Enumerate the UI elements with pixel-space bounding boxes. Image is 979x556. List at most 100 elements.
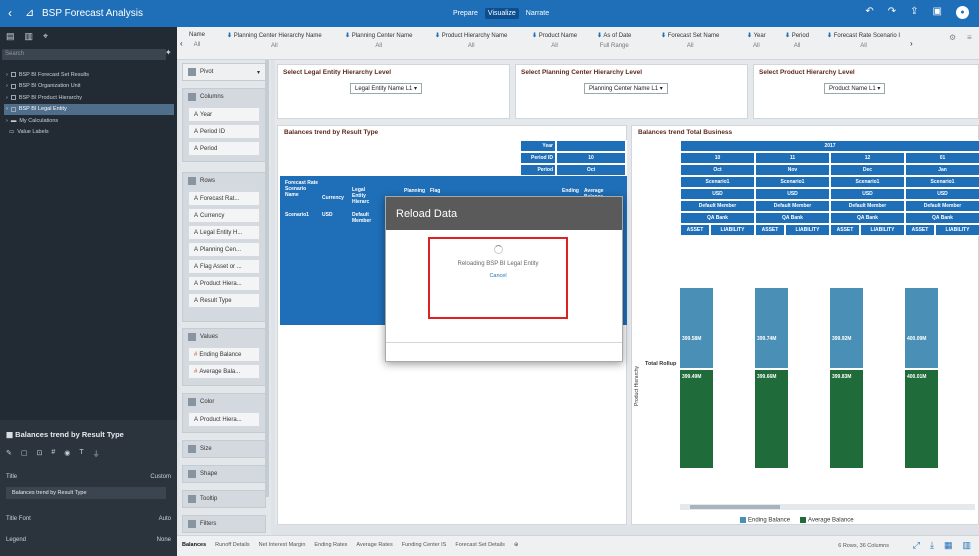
tab-average-rates[interactable]: Average Rates — [356, 542, 392, 548]
axis-icon[interactable]: ⊡ — [37, 449, 43, 459]
bar-value-label: 399.74M — [757, 336, 777, 342]
app-header: ‹ ⊿ BSP Forecast Analysis Prepare Visual… — [0, 0, 979, 27]
column-pill[interactable]: A Year — [188, 107, 260, 122]
row-pill[interactable]: A Planning Cen... — [188, 242, 260, 257]
product-level-dropdown[interactable]: Product Name L1 ▾ — [824, 83, 886, 94]
value-pill[interactable]: # Ending Balance — [188, 347, 260, 362]
filter-forecast-rate-scenario[interactable]: ⬇ Forecast Rate Scenario I All — [827, 32, 900, 49]
back-arrow-icon[interactable]: ‹ — [8, 6, 12, 20]
search-input[interactable]: Search — [2, 49, 166, 60]
prop-legend[interactable]: Legend None — [6, 537, 171, 543]
filter-prop-icon[interactable]: ⏚ — [93, 449, 100, 459]
tab-funding-center-is[interactable]: Funding Center IS — [402, 542, 447, 548]
analytics-icon[interactable]: ⌖ — [43, 31, 48, 42]
analytics-prop-icon[interactable]: ◉ — [64, 449, 70, 459]
tree-item-legal-entity[interactable]: › BSP BI Legal Entity — [4, 103, 174, 115]
bar-ending-balance[interactable]: 399.92M — [830, 288, 863, 368]
filter-period[interactable]: ⬇ Period All — [785, 32, 809, 49]
grammar-scrollbar[interactable] — [265, 60, 269, 497]
tree-item-forecast-set[interactable]: › BSP BI Forecast Set Results — [4, 69, 174, 81]
share-icon[interactable]: ⇪ — [910, 6, 918, 19]
bar-average-balance[interactable]: 399.49M — [680, 370, 713, 468]
planning-center-level-dropdown[interactable]: Planning Center Name L1 ▾ — [584, 83, 668, 94]
dialog-title: Reload Data — [386, 197, 622, 230]
row-pill[interactable]: A Forecast Rat... — [188, 191, 260, 206]
bar-average-balance[interactable]: 400.01M — [905, 370, 938, 468]
filter-as-of-date[interactable]: ⬇ As of Date Full Range — [597, 32, 631, 49]
header-tools: ↶ ↷ ⇪ ▣ ● — [865, 6, 969, 19]
text-icon[interactable]: T — [79, 449, 83, 459]
tree-item-value-labels[interactable]: ▭ Value Labels — [4, 127, 174, 139]
shape-section[interactable]: Shape — [182, 465, 266, 483]
filter-menu-icon[interactable]: ≡ — [967, 33, 972, 42]
tab-forecast-set-details[interactable]: Forecast Set Details — [455, 542, 505, 548]
tab-runoff-details[interactable]: Runoff Details — [215, 542, 249, 548]
filter-product-hierarchy[interactable]: ⬇ Product Hierarchy Name All — [435, 32, 507, 49]
redo-icon[interactable]: ↷ — [888, 6, 896, 19]
tooltip-section[interactable]: Tooltip — [182, 490, 266, 508]
visualizations-icon[interactable]: ▥ — [25, 31, 34, 42]
filter-product-name[interactable]: ⬇ Product Name All — [532, 32, 577, 49]
size-section[interactable]: Size — [182, 440, 266, 458]
data-tree: › BSP BI Forecast Set Results › BSP BI Org… — [4, 69, 174, 138]
row-pill[interactable]: A Flag Asset or ... — [188, 259, 260, 274]
general-icon[interactable]: ✎ — [6, 449, 12, 459]
canvas-tabs-bar: Balances Runoff Details Net Interest Mar… — [177, 535, 979, 556]
user-avatar[interactable]: ● — [956, 6, 969, 19]
list-view-icon[interactable]: ▥ — [962, 540, 971, 551]
filter-forecast-set[interactable]: ⬇ Forecast Set Name All — [661, 32, 719, 49]
tree-item-product-hierarchy[interactable]: › BSP BI Product Hierarchy — [4, 92, 174, 104]
undo-icon[interactable]: ↶ — [865, 6, 873, 19]
pin-icon[interactable]: ⤓ — [930, 540, 934, 551]
filter-name[interactable]: Name All — [189, 32, 205, 48]
prop-title-font[interactable]: Title Font Auto — [6, 516, 171, 522]
row-pill[interactable]: A Legal Entity H... — [188, 225, 260, 240]
row-pill[interactable]: A Currency — [188, 208, 260, 223]
prop-title[interactable]: Title Custom — [6, 474, 171, 480]
cancel-link[interactable]: Cancel — [430, 273, 566, 279]
viz-type-selector[interactable]: Pivot ▾ — [182, 63, 266, 81]
filter-scroll-right-icon[interactable]: › — [910, 39, 913, 48]
reload-message: Reloading BSP BI Legal Entity — [457, 261, 539, 267]
data-elements-icon[interactable]: ▤ — [6, 31, 15, 42]
tab-balances[interactable]: Balances — [182, 542, 206, 548]
filters-section[interactable]: Filters — [182, 515, 266, 533]
values-icon[interactable]: # — [51, 449, 55, 459]
bar-ending-balance[interactable]: 399.58M — [680, 288, 713, 368]
bar-ending-balance[interactable]: 399.74M — [755, 288, 788, 368]
search-settings-icon[interactable]: ✦ — [165, 48, 172, 57]
filter-scroll-left-icon[interactable]: ‹ — [180, 39, 183, 48]
row-column-count: 6 Rows, 36 Columns — [838, 543, 889, 549]
add-tab-icon[interactable]: ⊕ — [514, 542, 519, 548]
title-text-field[interactable]: Balances trend by Result Type — [6, 487, 166, 499]
mode-visualize[interactable]: Visualize — [484, 8, 519, 19]
tree-item-org-unit[interactable]: › BSP BI Organization Unit — [4, 81, 174, 93]
mode-switcher: Prepare Visualize Narrate — [450, 8, 552, 19]
legal-entity-level-dropdown[interactable]: Legal Entity Name L1 ▾ — [350, 83, 423, 94]
tree-item-my-calculations[interactable]: › ▬ My Calculations — [4, 115, 174, 127]
save-icon[interactable]: ▣ — [933, 6, 942, 19]
legend-average-balance: Average Balance — [800, 517, 854, 524]
filter-settings-icon[interactable]: ⚙ — [949, 33, 956, 42]
grid-view-icon[interactable]: ▦ — [944, 540, 953, 551]
mode-prepare[interactable]: Prepare — [450, 8, 481, 19]
edges-icon[interactable]: ▢ — [21, 449, 28, 459]
row-pill[interactable]: A Product Hiera... — [188, 276, 260, 291]
filter-planning-center-hierarchy[interactable]: ⬇ Planning Center Hierarchy Name All — [227, 32, 322, 49]
value-pill[interactable]: # Average Bala... — [188, 364, 260, 379]
chart-b-scrollbar[interactable] — [680, 504, 975, 510]
bar-ending-balance[interactable]: 400.09M — [905, 288, 938, 368]
bar-average-balance[interactable]: 399.66M — [755, 370, 788, 468]
mode-narrate[interactable]: Narrate — [523, 8, 552, 19]
bar-value-label: 399.66M — [757, 374, 777, 380]
filter-year[interactable]: ⬇ Year All — [747, 32, 766, 49]
bar-average-balance[interactable]: 399.83M — [830, 370, 863, 468]
autofit-icon[interactable]: ⤢ — [913, 540, 920, 551]
tab-ending-rates[interactable]: Ending Rates — [314, 542, 347, 548]
column-pill[interactable]: A Period ID — [188, 124, 260, 139]
row-pill[interactable]: A Result Type — [188, 293, 260, 308]
filter-planning-center[interactable]: ⬇ Planning Center Name All — [345, 32, 412, 49]
column-pill[interactable]: A Period — [188, 141, 260, 156]
color-pill[interactable]: A Product Hiera... — [188, 412, 260, 427]
tab-net-interest-margin[interactable]: Net Interest Margin — [259, 542, 306, 548]
